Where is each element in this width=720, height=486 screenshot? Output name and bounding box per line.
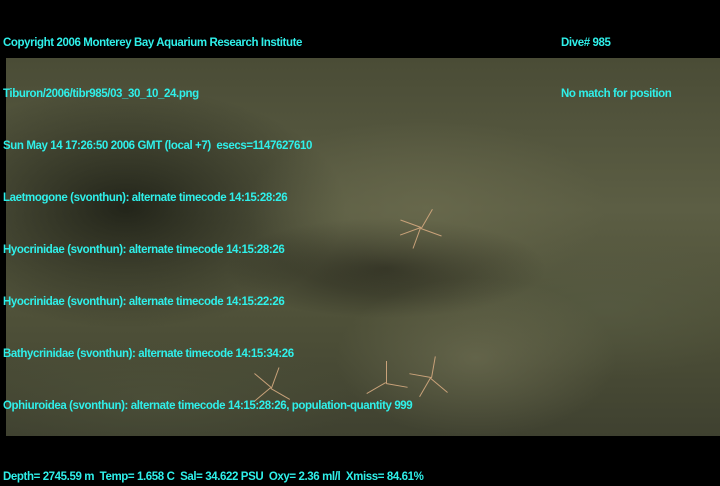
datetime: Sun May 14 17:26:50 2006 GMT (local +7) … (3, 140, 312, 153)
annotation-line: Bathycrinidae (svonthun): alternate time… (3, 347, 294, 360)
copyright-text: Copyright 2006 Monterey Bay Aquarium Res… (3, 36, 303, 49)
dive-number: Dive# 985 (561, 36, 611, 49)
annotation-overlay: Copyright 2006 Monterey Bay Aquarium Res… (3, 0, 413, 450)
dive-info: Dive# 985 No match for position (561, 0, 672, 138)
file-path: Tiburon/2006/tibr985/03_30_10_24.png (3, 88, 199, 101)
annotation-line: Hyocrinidae (svonthun): alternate timeco… (3, 296, 285, 309)
annotation-line: Hyocrinidae (svonthun): alternate timeco… (3, 244, 285, 257)
annotation-line: Ophiuroidea (svonthun): alternate timeco… (3, 399, 413, 412)
video-frame: Copyright 2006 Monterey Bay Aquarium Res… (0, 0, 720, 486)
sensor-readout: Depth= 2745.59 m Temp= 1.658 C Sal= 34.6… (3, 471, 424, 483)
crinoid (409, 356, 451, 398)
annotation-line: Laetmogone (svonthun): alternate timecod… (3, 192, 288, 205)
position-status: No match for position (561, 88, 672, 101)
